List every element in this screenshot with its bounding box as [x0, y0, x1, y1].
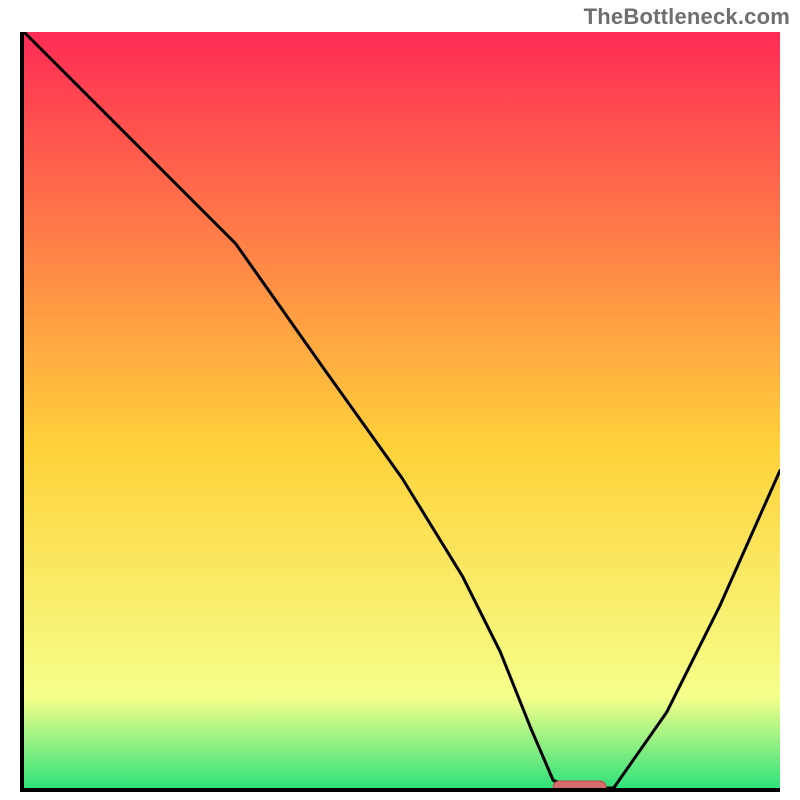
watermark-text: TheBottleneck.com: [584, 4, 790, 30]
optimal-point-marker: [553, 781, 606, 788]
chart-area: [20, 32, 780, 792]
bottleneck-curve-chart: [24, 32, 780, 788]
